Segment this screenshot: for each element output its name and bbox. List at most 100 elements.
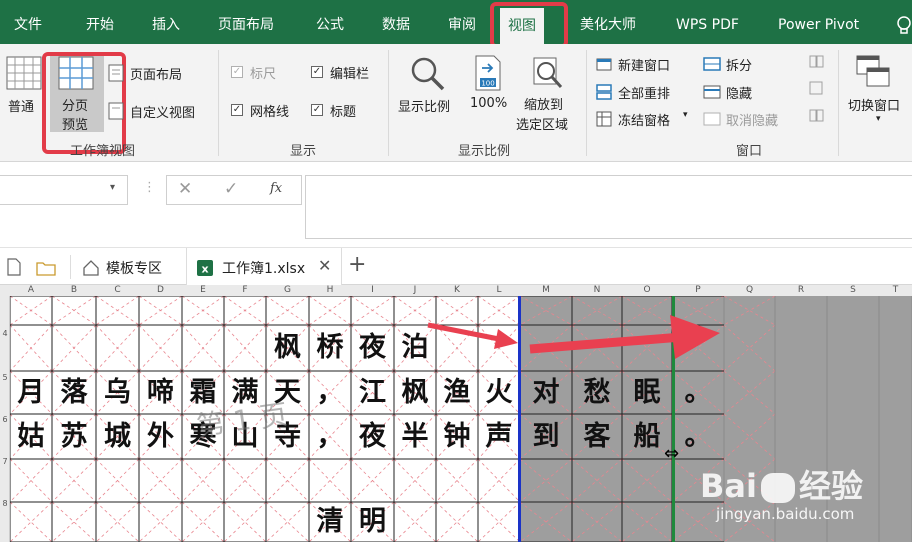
poem-char: 声 (485, 420, 513, 452)
paw-icon (760, 473, 795, 503)
big-arrow-icon (529, 315, 720, 359)
zoom-magnifier-icon[interactable] (410, 56, 446, 92)
zoom-100-label[interactable]: 100% (470, 96, 507, 111)
poem-char: 渔 (443, 376, 471, 408)
column-header-M[interactable]: M (520, 285, 572, 296)
column-header-R[interactable]: R (775, 285, 827, 296)
hide-button[interactable]: 隐藏 (726, 83, 752, 102)
column-header-G[interactable]: G (266, 285, 309, 296)
poem-char: 外 (147, 420, 174, 452)
menu-file[interactable]: 文件 (14, 0, 42, 50)
poem-char: 枫 (274, 332, 301, 363)
switch-window-label[interactable]: 切换窗口 (848, 95, 900, 114)
worksheet-grid[interactable]: ABCDEFGHIJKLMNOPQRST 45678 枫桥夜泊月落乌啼霜满天，江… (0, 285, 912, 542)
column-header-I[interactable]: I (351, 285, 394, 296)
cell-diagonal (223, 324, 267, 372)
ruler-checkbox[interactable]: ✓ (231, 66, 243, 78)
zoom-to-selection-icon[interactable] (530, 54, 564, 92)
cell-diagonal (265, 458, 310, 503)
row-header-4[interactable]: 4 (0, 329, 10, 338)
cell-diagonal (350, 458, 395, 503)
gridlines-checkbox[interactable]: ✓ (231, 104, 243, 116)
formula-input[interactable] (305, 175, 912, 239)
split-button[interactable]: 拆分 (726, 55, 752, 74)
close-tab-icon[interactable]: ✕ (318, 256, 331, 275)
column-header-J[interactable]: J (394, 285, 436, 296)
ruler-label: 标尺 (250, 67, 277, 82)
column-header-Q[interactable]: Q (724, 285, 775, 296)
menu-page-layout[interactable]: 页面布局 (218, 0, 274, 50)
switch-window-icon[interactable] (855, 54, 893, 90)
arrange-all-button[interactable]: 全部重排 (618, 83, 670, 102)
headings-checkbox[interactable]: ✓ (311, 104, 323, 116)
new-window-button[interactable]: 新建窗口 (618, 55, 670, 74)
cell-diagonal (51, 458, 97, 503)
column-header-B[interactable]: B (52, 285, 96, 296)
column-header-T[interactable]: T (879, 285, 912, 296)
column-header-L[interactable]: L (478, 285, 520, 296)
menu-home[interactable]: 开始 (86, 0, 114, 50)
baidu-brand-text: Bai (700, 467, 757, 505)
zoom-to-selection-label-1[interactable]: 缩放到 (524, 94, 563, 113)
insert-function-icon[interactable]: fx (270, 181, 282, 196)
poem-char: 枫 (401, 376, 429, 408)
group-label-workbook-views: 工作簿视图 (70, 144, 136, 159)
row-header-8[interactable]: 8 (0, 499, 10, 508)
column-header-N[interactable]: N (572, 285, 622, 296)
column-header-S[interactable]: S (827, 285, 879, 296)
column-header-E[interactable]: E (182, 285, 224, 296)
enter-check-icon[interactable]: ✓ (224, 179, 238, 199)
column-header-H[interactable]: H (309, 285, 351, 296)
column-header-F[interactable]: F (224, 285, 266, 296)
column-header-C[interactable]: C (96, 285, 139, 296)
cell-diagonal (138, 324, 183, 372)
menu-insert[interactable]: 插入 (152, 0, 180, 50)
unhide-button[interactable]: 取消隐藏 (726, 110, 778, 129)
menu-wps-pdf[interactable]: WPS PDF (676, 0, 739, 50)
normal-view-label[interactable]: 普通 (8, 96, 34, 115)
tab-templates[interactable]: 模板专区 (106, 258, 162, 278)
custom-view-button[interactable]: 自定义视图 (130, 102, 195, 121)
menu-formulas[interactable]: 公式 (316, 0, 344, 50)
cell-diagonal (477, 458, 521, 503)
name-box[interactable] (0, 175, 128, 205)
add-tab-icon[interactable]: + (348, 252, 366, 277)
group-label-show: 显示 (290, 144, 317, 159)
switch-window-dropdown-icon[interactable]: ▾ (876, 114, 881, 124)
menu-beautify[interactable]: 美化大师 (580, 0, 636, 50)
cell-diagonal (723, 413, 776, 460)
poem-char: 落 (60, 376, 88, 408)
name-box-dropdown-icon[interactable]: ▾ (110, 182, 115, 193)
zoom-label[interactable]: 显示比例 (398, 96, 450, 115)
open-folder-icon[interactable] (36, 260, 56, 276)
zoom-to-selection-label-2[interactable]: 选定区域 (516, 114, 568, 133)
ribbon-separator (838, 50, 839, 156)
column-header-K[interactable]: K (436, 285, 478, 296)
row-header-7[interactable]: 7 (0, 457, 10, 466)
normal-view-icon[interactable] (6, 56, 42, 90)
cell-diagonal (9, 324, 53, 372)
ribbon-separator (388, 50, 389, 156)
cell-diagonal (138, 458, 183, 503)
ribbon-separator (586, 50, 587, 156)
new-document-icon[interactable] (6, 258, 22, 276)
column-header-A[interactable]: A (10, 285, 52, 296)
column-header-O[interactable]: O (622, 285, 672, 296)
formula-bar-checkbox[interactable]: ✓ (311, 66, 323, 78)
menu-review[interactable]: 审阅 (448, 0, 476, 50)
page-layout-button[interactable]: 页面布局 (130, 64, 182, 83)
poem-char: 。 (684, 420, 712, 452)
column-header-D[interactable]: D (139, 285, 182, 296)
menu-data[interactable]: 数据 (382, 0, 410, 50)
menu-power-pivot[interactable]: Power Pivot (778, 0, 859, 50)
poem-char: 乌 (104, 376, 131, 408)
cancel-icon[interactable]: ✕ (178, 179, 192, 199)
column-header-P[interactable]: P (672, 285, 724, 296)
lightbulb-icon[interactable] (896, 16, 912, 36)
poem-char: 夜 (359, 332, 386, 363)
zoom-100-icon[interactable]: 100 (474, 54, 502, 92)
freeze-panes-button[interactable]: 冻结窗格 (618, 110, 670, 129)
corner-select-all[interactable] (0, 285, 10, 296)
freeze-panes-dropdown-icon[interactable]: ▾ (683, 110, 688, 120)
resize-cursor-icon: ⇔ (664, 443, 680, 464)
